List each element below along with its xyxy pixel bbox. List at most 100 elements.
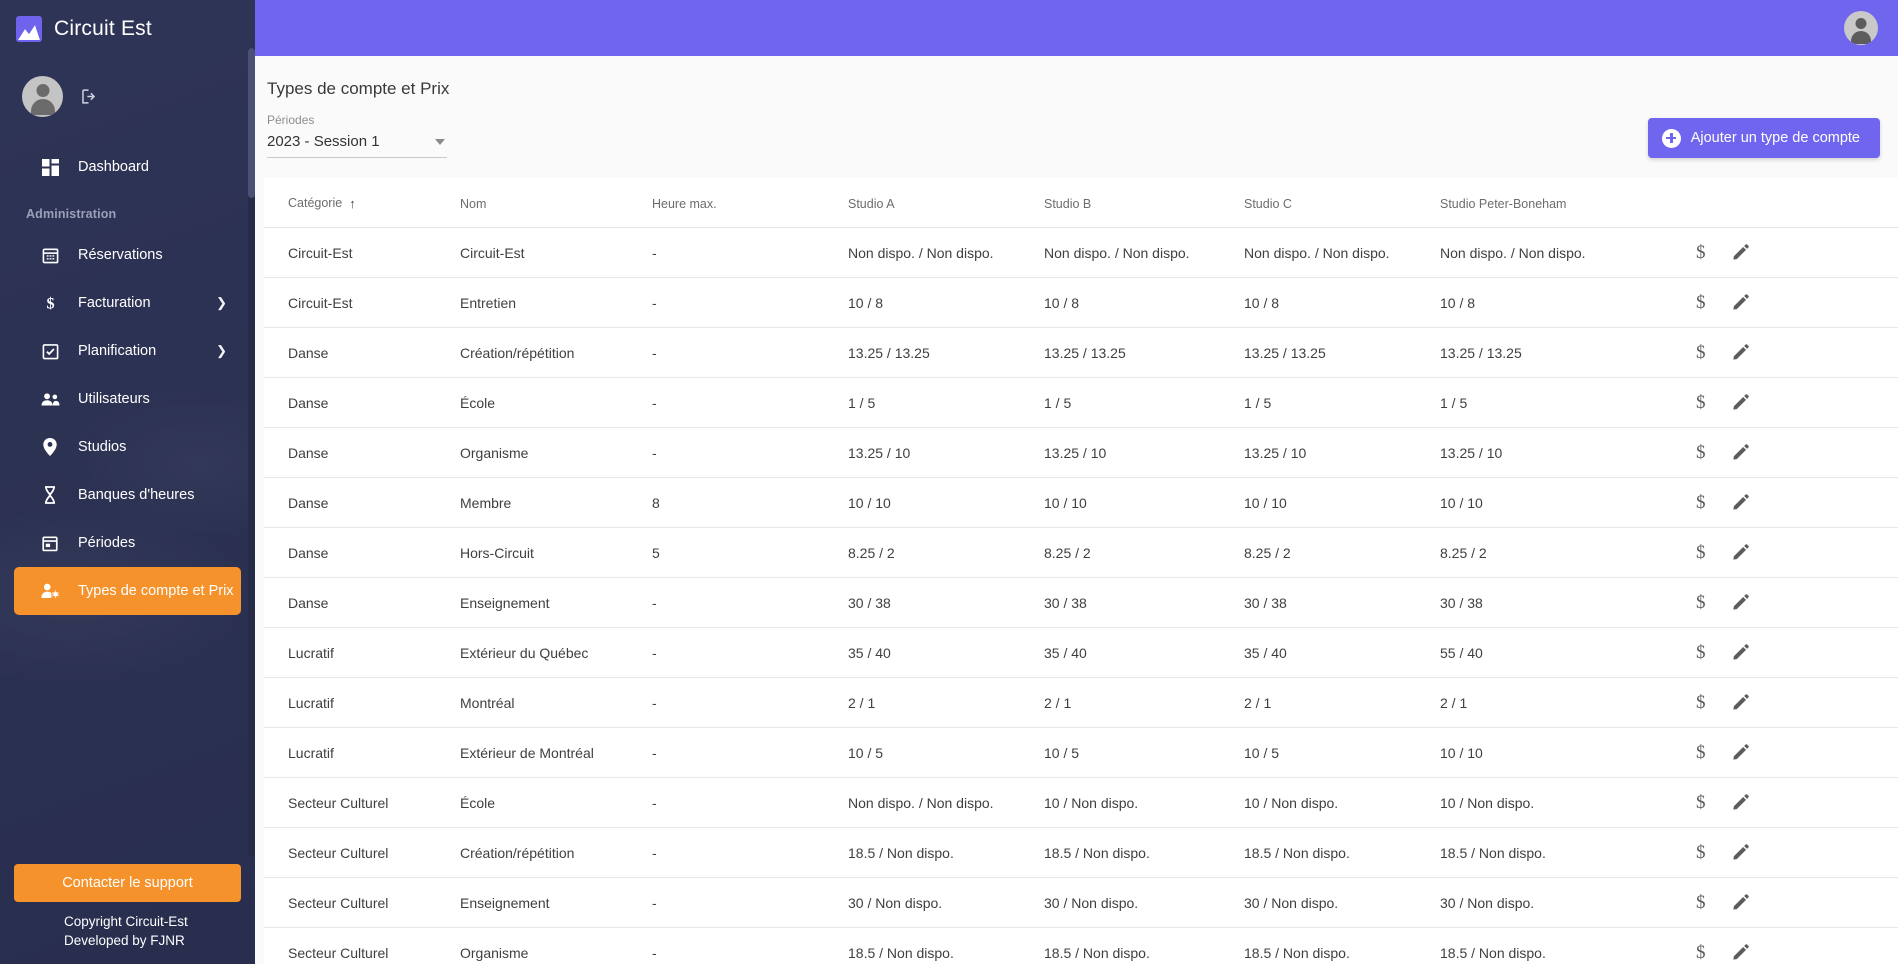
sidebar-item-studios[interactable]: Studios bbox=[14, 423, 241, 471]
edit-button[interactable] bbox=[1732, 544, 1749, 561]
cell-studio-pb: 18.5 / Non dispo. bbox=[1440, 827, 1696, 878]
edit-button[interactable] bbox=[1732, 944, 1749, 961]
edit-button[interactable] bbox=[1732, 394, 1749, 411]
table-row[interactable]: Danse Création/répétition -13.25 / 13.25 13… bbox=[264, 327, 1898, 378]
cell-nom: Enseignement bbox=[460, 877, 652, 928]
edit-button[interactable] bbox=[1732, 294, 1749, 311]
cell-studio-pb: 8.25 / 2 bbox=[1440, 527, 1696, 578]
cell-nom: Extérieur du Québec bbox=[460, 627, 652, 678]
table-row[interactable]: Lucratif Montréal -2 / 12 / 12 / 12 / 1 $ bbox=[264, 677, 1898, 728]
cell-studio-a: Non dispo. / Non dispo. bbox=[848, 227, 1044, 278]
column-header-nom[interactable]: Nom bbox=[460, 178, 652, 228]
table-row[interactable]: Secteur Culturel Création/répétition -18.5… bbox=[264, 827, 1898, 878]
column-header-studio-a[interactable]: Studio A bbox=[848, 178, 1044, 228]
date-range-icon bbox=[40, 535, 60, 552]
column-header-label: Catégorie bbox=[288, 196, 343, 210]
cell-studio-pb: 30 / 38 bbox=[1440, 577, 1696, 628]
sidebar-item-banques-dheures[interactable]: Banques d'heures bbox=[14, 471, 241, 519]
cell-heure-max: - bbox=[652, 277, 848, 328]
cell-studio-a: 10 / 10 bbox=[848, 477, 1044, 528]
table-row[interactable]: Lucratif Extérieur de Montréal -10 / 5 10 /… bbox=[264, 727, 1898, 778]
contact-support-button[interactable]: Contacter le support bbox=[14, 864, 241, 902]
table-row[interactable]: Circuit-Est Entretien -10 / 8 10 / 8 10 / 81… bbox=[264, 277, 1898, 328]
table-row[interactable]: Secteur Culturel Enseignement -30 / Non di… bbox=[264, 877, 1898, 928]
edit-button[interactable] bbox=[1732, 844, 1749, 861]
table-row[interactable]: Circuit-Est Circuit-Est - Non dispo. / Non … bbox=[264, 227, 1898, 278]
cell-studio-c: 35 / 40 bbox=[1244, 627, 1440, 678]
period-select[interactable]: Périodes 2023 - Session 1 bbox=[267, 113, 447, 158]
cell-categorie: Secteur Culturel bbox=[264, 927, 460, 964]
table-row[interactable]: Danse Organisme -13.25 / 10 13.25 / 10 13.25… bbox=[264, 427, 1898, 478]
column-header-heure-max[interactable]: Heure max. bbox=[652, 178, 848, 228]
edit-button[interactable] bbox=[1732, 744, 1749, 761]
hourglass-icon bbox=[40, 486, 60, 504]
table-row[interactable]: Secteur Culturel Organisme - 18.5 / Non dis… bbox=[264, 927, 1898, 964]
cell-categorie: Lucratif bbox=[264, 677, 460, 728]
edit-button[interactable] bbox=[1732, 894, 1749, 911]
cell-studio-pb: 30 / Non dispo. bbox=[1440, 877, 1696, 928]
pencil-icon bbox=[1732, 744, 1749, 761]
sidebar-item-utilisateurs[interactable]: Utilisateurs bbox=[14, 375, 241, 423]
chevron-down-icon bbox=[435, 138, 445, 145]
row-actions: $ bbox=[1696, 793, 1898, 812]
cell-studio-b: 18.5 / Non dispo. bbox=[1044, 827, 1244, 878]
cell-studio-pb: Non dispo. / Non dispo. bbox=[1440, 227, 1696, 278]
topbar bbox=[255, 0, 1898, 56]
pencil-icon bbox=[1732, 344, 1749, 361]
table-row[interactable]: Danse Membre 8 10 / 10 10 / 10 10 / 10 10 / 10… bbox=[264, 477, 1898, 528]
column-header-studio-c[interactable]: Studio C bbox=[1244, 178, 1440, 228]
table-row[interactable]: Danse Hors-Circuit 5 8.25 / 2 8.25 / 2 8.25 /… bbox=[264, 527, 1898, 578]
cell-studio-c: 18.5 / Non dispo. bbox=[1244, 827, 1440, 878]
period-select-control[interactable]: 2023 - Session 1 bbox=[267, 133, 447, 158]
edit-button[interactable] bbox=[1732, 244, 1749, 261]
edit-button[interactable] bbox=[1732, 344, 1749, 361]
sidebar-item-planification[interactable]: Planification ❯ bbox=[14, 327, 241, 375]
cell-studio-c: Non dispo. / Non dispo. bbox=[1244, 227, 1440, 278]
user-avatar-icon[interactable] bbox=[22, 76, 63, 117]
cell-categorie: Lucratif bbox=[264, 627, 460, 678]
sidebar-item-reservations[interactable]: Réservations bbox=[14, 231, 241, 279]
edit-button[interactable] bbox=[1732, 794, 1749, 811]
plus-circle-icon bbox=[1661, 128, 1681, 148]
sidebar-item-label: Périodes bbox=[78, 535, 136, 551]
pencil-icon bbox=[1732, 544, 1749, 561]
sidebar-item-facturation[interactable]: $ Facturation ❯ bbox=[14, 279, 241, 327]
cell-studio-b: 35 / 40 bbox=[1044, 627, 1244, 678]
brand[interactable]: Circuit Est bbox=[0, 0, 255, 58]
column-header-studio-b[interactable]: Studio B bbox=[1044, 178, 1244, 228]
period-select-label: Périodes bbox=[267, 113, 315, 127]
cell-heure-max: - bbox=[652, 377, 848, 428]
cell-actions: $ bbox=[1696, 827, 1898, 878]
cell-heure-max: - bbox=[652, 927, 848, 964]
sidebar-item-types-de-compte-et-prix[interactable]: Types de compte et Prix bbox=[14, 567, 241, 615]
table-row[interactable]: Danse École -1 / 51 / 51 / 51 / 5 $ bbox=[264, 377, 1898, 428]
pencil-icon bbox=[1732, 494, 1749, 511]
sidebar-item-dashboard[interactable]: Dashboard bbox=[14, 143, 241, 191]
user-avatar-icon[interactable] bbox=[1844, 11, 1878, 45]
logout-icon[interactable] bbox=[79, 87, 98, 106]
edit-button[interactable] bbox=[1732, 444, 1749, 461]
cell-actions: $ bbox=[1696, 527, 1898, 578]
cell-studio-pb: 18.5 / Non dispo. bbox=[1440, 927, 1696, 964]
cell-studio-b: 13.25 / 10 bbox=[1044, 427, 1244, 478]
pencil-icon bbox=[1732, 794, 1749, 811]
row-actions: $ bbox=[1696, 843, 1898, 862]
cell-nom: Entretien bbox=[460, 277, 652, 328]
column-header-categorie[interactable]: Catégorie ↑ bbox=[264, 178, 460, 228]
edit-button[interactable] bbox=[1732, 494, 1749, 511]
edit-button[interactable] bbox=[1732, 594, 1749, 611]
table-row[interactable]: Danse Enseignement -30 / 38 30 / 38 30 / 38 3… bbox=[264, 577, 1898, 628]
table-row[interactable]: Lucratif Extérieur du Québec -35 / 40 35 / … bbox=[264, 627, 1898, 678]
edit-button[interactable] bbox=[1732, 694, 1749, 711]
table-row[interactable]: Secteur Culturel École - Non dispo. / Non d… bbox=[264, 777, 1898, 828]
cell-nom: Organisme bbox=[460, 927, 652, 964]
cell-nom: Organisme bbox=[460, 427, 652, 478]
sidebar-item-label: Facturation bbox=[78, 295, 151, 311]
cell-studio-pb: 10 / 10 bbox=[1440, 727, 1696, 778]
edit-button[interactable] bbox=[1732, 644, 1749, 661]
column-header-studio-peter-boneham[interactable]: Studio Peter-Boneham bbox=[1440, 178, 1696, 228]
add-account-type-button[interactable]: Ajouter un type de compte bbox=[1647, 118, 1880, 158]
cell-studio-b: 10 / 8 bbox=[1044, 277, 1244, 328]
sidebar-item-periodes[interactable]: Périodes bbox=[14, 519, 241, 567]
cell-studio-pb: 10 / Non dispo. bbox=[1440, 777, 1696, 828]
